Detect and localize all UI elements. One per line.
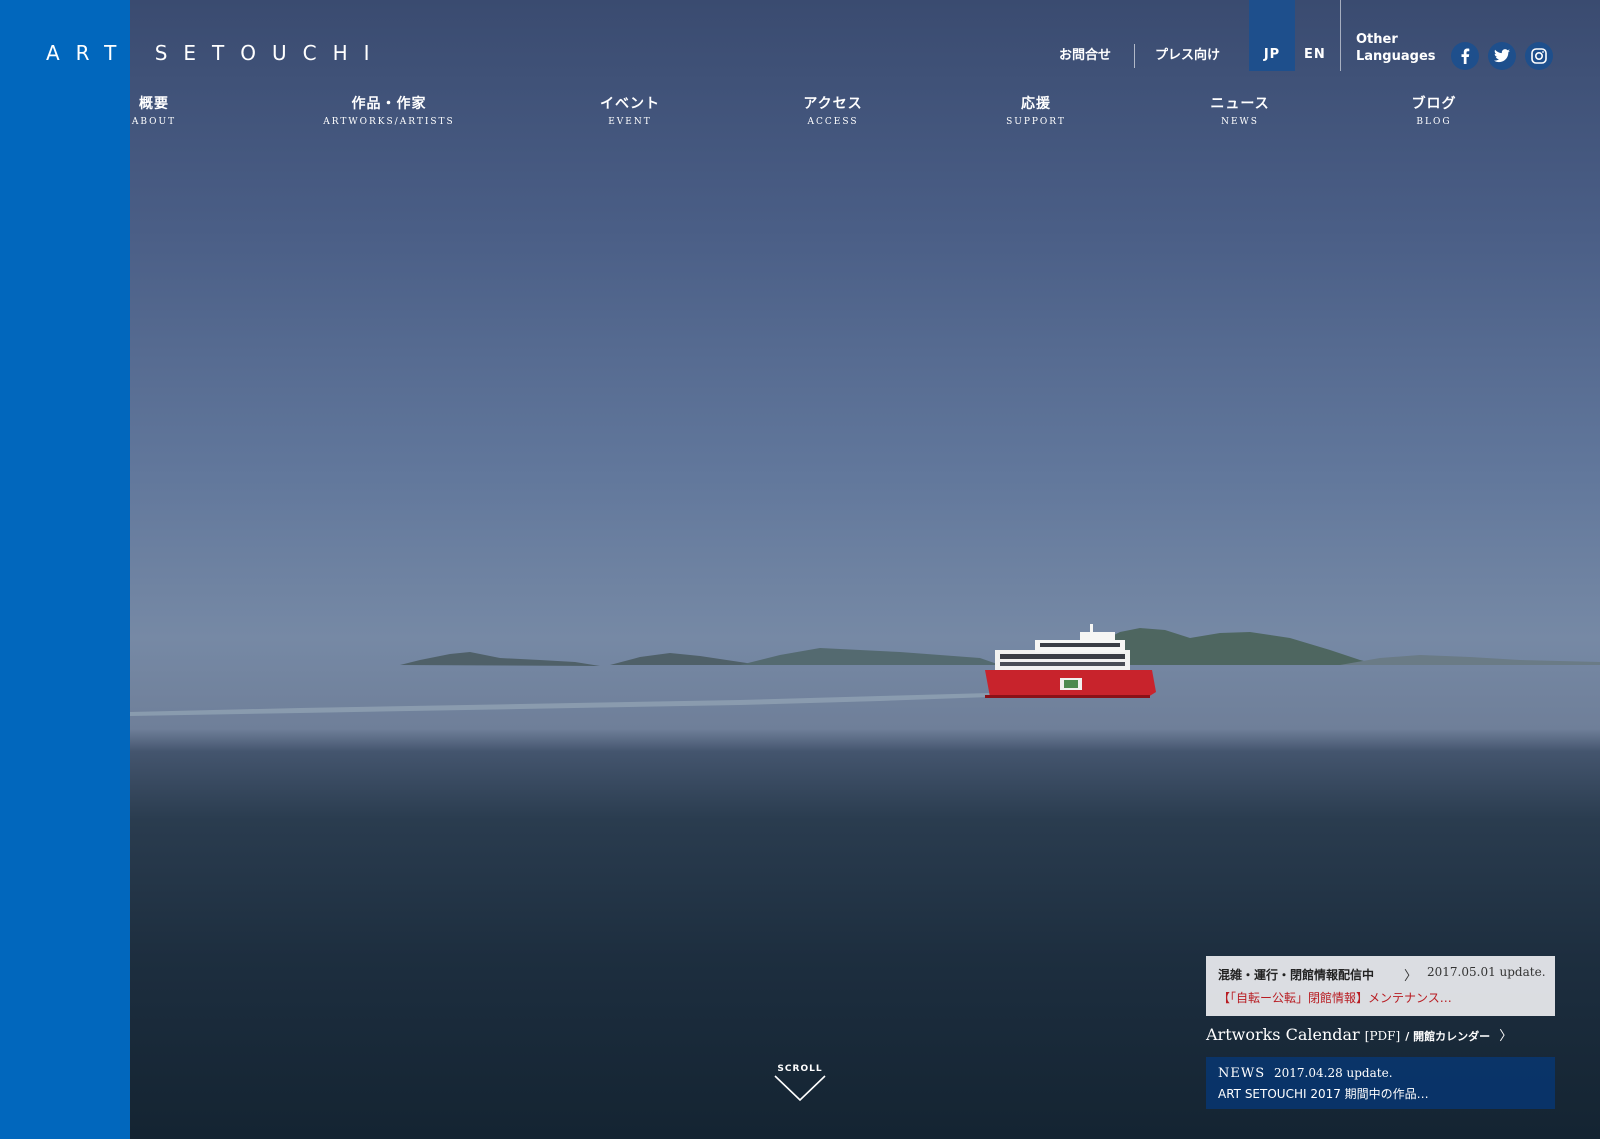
news-text: ART SETOUCHI 2017 期間中の作品… [1218, 1087, 1429, 1101]
nav-news-en: NEWS [1221, 117, 1259, 127]
nav-artworks[interactable]: 作品・作家 ARTWORKS/ARTISTS [323, 93, 454, 127]
calendar-pdf-tag: [PDF] [1364, 1029, 1401, 1043]
nav-support[interactable]: 応援 SUPPORT [1006, 93, 1066, 127]
facebook-icon[interactable] [1451, 42, 1479, 70]
scroll-label: SCROLL [777, 1064, 823, 1074]
notice-title: 混雑・運行・閉館情報配信中 [1218, 968, 1375, 982]
nav-access-jp: アクセス [803, 96, 863, 112]
lang-en-button[interactable]: EN [1304, 47, 1326, 62]
nav-access[interactable]: アクセス ACCESS [803, 93, 862, 127]
twitter-icon[interactable] [1488, 42, 1516, 70]
other-languages-link[interactable]: Other Languages [1356, 31, 1436, 65]
nav-support-en: SUPPORT [1006, 117, 1066, 127]
nav-event-jp: イベント [600, 96, 660, 112]
nav-about[interactable]: 概要 ABOUT [132, 93, 176, 127]
calendar-title: Artworks Calendar [1206, 1025, 1360, 1044]
calendar-subtitle: / 開館カレンダー [1405, 1030, 1491, 1043]
nav-artworks-en: ARTWORKS/ARTISTS [323, 117, 455, 127]
instagram-icon[interactable] [1525, 42, 1553, 70]
nav-event[interactable]: イベント EVENT [600, 93, 660, 127]
language-divider [1340, 0, 1341, 71]
operations-notice-panel[interactable]: 混雑・運行・閉館情報配信中 〉 2017.05.01 update. 【「自転ー… [1206, 956, 1555, 1016]
nav-event-en: EVENT [608, 117, 652, 127]
notice-headline: 【「自転ー公転」閉館情報】メンテナンス… [1218, 991, 1452, 1005]
nav-artworks-jp: 作品・作家 [351, 96, 427, 112]
nav-blog-jp: ブログ [1411, 96, 1457, 112]
nav-access-en: ACCESS [807, 117, 859, 127]
nav-support-jp: 応援 [1021, 96, 1051, 112]
news-panel[interactable]: NEWS 2017.04.28 update. ART SETOUCHI 201… [1206, 1057, 1555, 1109]
artworks-calendar-link[interactable]: Artworks Calendar [PDF] / 開館カレンダー 〉 [1206, 1025, 1512, 1044]
notice-date: 2017.05.01 update. [1427, 965, 1546, 979]
nav-news[interactable]: ニュース NEWS [1210, 93, 1269, 127]
chevron-right-icon: 〉 [1404, 969, 1418, 984]
site-logo[interactable]: ART SETOUCHI [46, 41, 386, 65]
nav-blog-en: BLOG [1416, 117, 1452, 127]
lang-jp-button[interactable]: JP [1249, 0, 1295, 71]
chevron-down-icon [774, 1075, 826, 1102]
other-languages-line1: Other [1356, 32, 1398, 47]
nav-about-en: ABOUT [131, 117, 177, 127]
other-languages-line2: Languages [1356, 49, 1436, 64]
news-date: 2017.04.28 update. [1274, 1066, 1393, 1080]
side-brand-band [0, 0, 130, 1139]
chevron-right-icon: 〉 [1499, 1029, 1513, 1044]
nav-about-jp: 概要 [139, 96, 169, 112]
utility-divider [1134, 44, 1135, 68]
news-label: NEWS [1218, 1066, 1266, 1081]
contact-link[interactable]: お問合せ [1059, 44, 1111, 63]
lang-jp-label: JP [1263, 47, 1281, 62]
scroll-indicator[interactable]: SCROLL [774, 1064, 826, 1106]
nav-blog[interactable]: ブログ BLOG [1412, 93, 1457, 127]
nav-news-jp: ニュース [1210, 96, 1270, 112]
press-link[interactable]: プレス向け [1155, 44, 1220, 63]
